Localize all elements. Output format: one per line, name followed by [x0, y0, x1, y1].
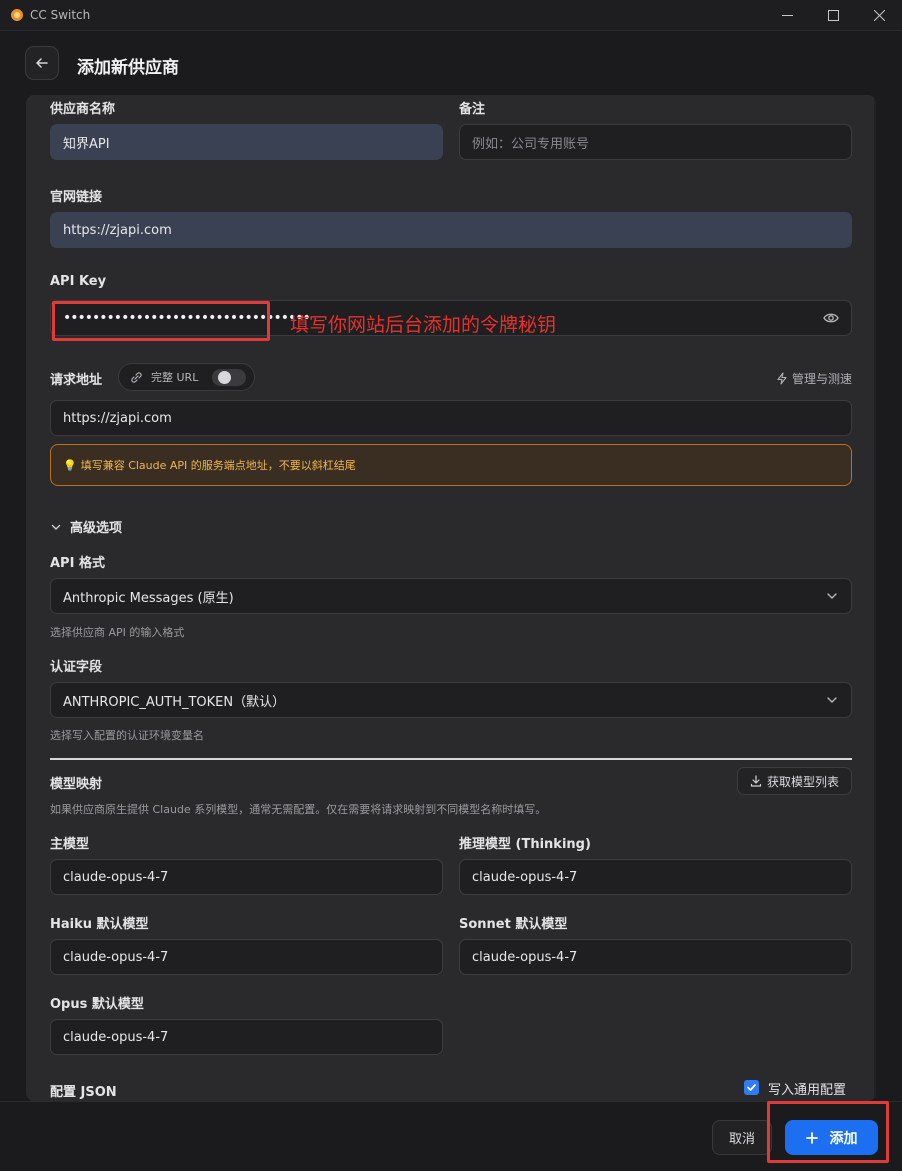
- request-url-warning-text: 填写兼容 Claude API 的服务端点地址，不要以斜杠结尾: [80, 459, 356, 472]
- download-icon: [750, 775, 762, 787]
- request-url-label: 请求地址: [50, 373, 103, 388]
- add-button-highlight-box: [767, 1101, 889, 1163]
- provider-name-input[interactable]: 知界API: [50, 124, 443, 160]
- haiku-model-value: claude-opus-4-7: [63, 949, 169, 965]
- sonnet-model-value: claude-opus-4-7: [472, 949, 578, 965]
- provider-form: 供应商名称 知界API 备注 例如：公司专用账号 官网链接 https://zj…: [26, 95, 876, 1101]
- auth-field-select[interactable]: ANTHROPIC_AUTH_TOKEN（默认）: [50, 682, 852, 718]
- sonnet-model-input[interactable]: claude-opus-4-7: [459, 939, 852, 975]
- api-format-select[interactable]: Anthropic Messages (原生): [50, 578, 852, 614]
- main-model-label: 主模型: [50, 837, 90, 852]
- advanced-options-label: 高级选项: [70, 521, 123, 536]
- notes-input[interactable]: 例如：公司专用账号: [459, 124, 852, 160]
- opus-model-value: claude-opus-4-7: [63, 1029, 169, 1045]
- page-header: 添加新供应商: [0, 31, 902, 95]
- auth-field-value: ANTHROPIC_AUTH_TOKEN（默认）: [63, 694, 286, 710]
- auth-field-label: 认证字段: [50, 660, 103, 675]
- lightning-icon: [777, 372, 787, 385]
- fetch-models-button[interactable]: 获取模型列表: [737, 767, 852, 795]
- config-json-label: 配置 JSON: [50, 1085, 117, 1100]
- api-key-annotation: 填写你网站后台添加的令牌秘钥: [290, 314, 557, 336]
- eye-icon[interactable]: [823, 312, 839, 324]
- website-input[interactable]: https://zjapi.com: [50, 212, 852, 248]
- window-title: CC Switch: [30, 8, 91, 22]
- opus-model-input[interactable]: claude-opus-4-7: [50, 1019, 443, 1055]
- close-button[interactable]: [856, 0, 902, 31]
- model-mapping-hint: 如果供应商原生提供 Claude 系列模型，通常无需配置。仅在需要将请求映射到不…: [50, 803, 547, 816]
- minimize-button[interactable]: [764, 0, 810, 31]
- write-common-config-checkbox[interactable]: [744, 1080, 759, 1095]
- checkmark-icon: [747, 1084, 756, 1091]
- section-divider: [50, 758, 852, 760]
- fetch-models-label: 获取模型列表: [766, 774, 839, 789]
- main-model-input[interactable]: claude-opus-4-7: [50, 859, 443, 895]
- cancel-button[interactable]: 取消: [712, 1120, 772, 1155]
- chevron-down-icon: [827, 697, 837, 703]
- api-format-value: Anthropic Messages (原生): [63, 590, 234, 606]
- full-url-toggle[interactable]: 完整 URL: [118, 363, 255, 391]
- close-icon: [873, 10, 885, 21]
- api-key-label: API Key: [50, 274, 107, 289]
- website-value: https://zjapi.com: [63, 222, 172, 238]
- provider-name-value: 知界API: [63, 136, 110, 152]
- chevron-down-icon: [827, 593, 837, 599]
- request-url-value: https://zjapi.com: [63, 410, 172, 426]
- lightbulb-icon: 💡: [63, 458, 77, 472]
- title-bar: CC Switch: [0, 0, 902, 31]
- thinking-model-input[interactable]: claude-opus-4-7: [459, 859, 852, 895]
- notes-label: 备注: [459, 102, 486, 117]
- provider-name-label: 供应商名称: [50, 102, 116, 117]
- main-model-value: claude-opus-4-7: [63, 869, 169, 885]
- minimize-icon: [781, 15, 793, 16]
- chevron-down-icon: [51, 524, 61, 530]
- opus-model-label: Opus 默认模型: [50, 997, 144, 1012]
- manage-speedtest-button[interactable]: 管理与测速: [776, 370, 852, 387]
- page-title: 添加新供应商: [77, 58, 179, 78]
- manage-speedtest-label: 管理与测速: [791, 372, 852, 386]
- request-url-warning: 💡 填写兼容 Claude API 的服务端点地址，不要以斜杠结尾: [50, 444, 852, 486]
- request-url-input[interactable]: https://zjapi.com: [50, 400, 852, 436]
- sonnet-model-label: Sonnet 默认模型: [459, 917, 568, 932]
- thinking-model-value: claude-opus-4-7: [472, 869, 578, 885]
- maximize-button[interactable]: [810, 0, 856, 31]
- back-button[interactable]: [25, 46, 59, 80]
- haiku-model-input[interactable]: claude-opus-4-7: [50, 939, 443, 975]
- notes-placeholder: 例如：公司专用账号: [472, 136, 590, 152]
- link-icon: [131, 371, 142, 383]
- api-key-highlight-box: [52, 301, 270, 341]
- advanced-options-toggle[interactable]: 高级选项: [50, 517, 122, 536]
- model-mapping-label: 模型映射: [50, 777, 103, 792]
- haiku-model-label: Haiku 默认模型: [50, 917, 149, 932]
- api-format-label: API 格式: [50, 556, 105, 571]
- full-url-toggle-label: 完整 URL: [151, 371, 199, 384]
- scrollbar[interactable]: [874, 95, 876, 1101]
- auth-field-hint: 选择写入配置的认证环境变量名: [50, 729, 204, 742]
- api-format-hint: 选择供应商 API 的输入格式: [50, 626, 185, 639]
- full-url-switch[interactable]: [212, 369, 246, 386]
- write-common-config-label[interactable]: 写入通用配置: [768, 1079, 846, 1098]
- maximize-icon: [827, 10, 839, 21]
- website-label: 官网链接: [50, 190, 103, 205]
- thinking-model-label: 推理模型 (Thinking): [459, 837, 591, 852]
- app-logo-icon: [10, 8, 24, 22]
- arrow-left-icon: [36, 58, 48, 68]
